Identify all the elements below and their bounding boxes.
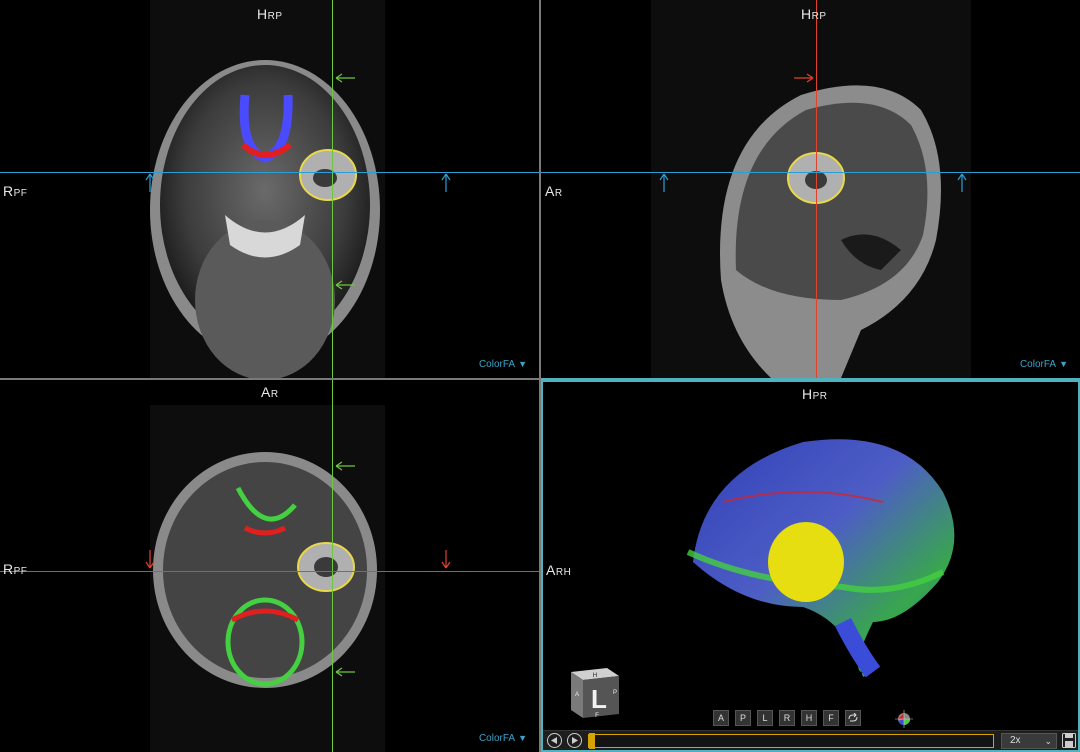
playback-slider[interactable] (588, 733, 994, 749)
crosshair-arrows (145, 73, 451, 290)
view-left-button[interactable]: L (757, 710, 773, 726)
orientation-label-left: AR (545, 183, 563, 199)
svg-text:H: H (593, 673, 597, 679)
play-button[interactable] (567, 733, 582, 748)
viewport-divider-horizontal-active (541, 378, 1080, 380)
viewport-divider-vertical[interactable] (539, 0, 541, 752)
colormap-dropdown[interactable]: ColorFA ▼ (1020, 359, 1068, 370)
save-icon[interactable] (1062, 733, 1076, 748)
orientation-label-left: ARH (546, 562, 572, 578)
view-posterior-button[interactable]: P (735, 710, 751, 726)
colormap-dropdown[interactable]: ColorFA ▼ (479, 733, 527, 744)
triangle-down-icon: ▼ (1059, 359, 1068, 369)
view-orientation-buttons: A P L R H F (713, 710, 861, 726)
orientation-label-left: RPF (3, 183, 28, 199)
view-anterior-button[interactable]: A (713, 710, 729, 726)
playback-bar: 2x ⌄ (543, 730, 1078, 750)
svg-text:A: A (575, 692, 579, 698)
svg-text:P: P (613, 690, 617, 696)
triangle-down-icon: ▼ (518, 733, 527, 743)
step-back-button[interactable] (547, 733, 562, 748)
orientation-label-top: AR (261, 384, 279, 400)
viewport-divider-horizontal[interactable] (0, 378, 541, 380)
rotate-button[interactable] (845, 710, 861, 726)
orientation-label-top: HRP (801, 6, 827, 22)
orientation-label-top: HRP (257, 6, 283, 22)
orientation-sphere-icon[interactable] (895, 710, 913, 728)
colormap-dropdown[interactable]: ColorFA ▼ (479, 359, 527, 370)
rotate-icon (848, 713, 858, 722)
play-icon (572, 737, 578, 744)
orientation-label-left: RPF (3, 561, 28, 577)
svg-text:F: F (595, 713, 599, 719)
playback-slider-handle[interactable] (589, 733, 595, 749)
crosshair-arrows (145, 461, 451, 677)
play-back-icon (551, 737, 557, 744)
tractography-render (686, 439, 955, 678)
playback-speed-select[interactable]: 2x ⌄ (1001, 733, 1057, 749)
tractography-3d-viewport[interactable]: HPR ARH L H A P F A P L R H F 2x ⌄ (541, 380, 1080, 752)
coronal-viewport[interactable]: HRP RPF ColorFA ▼ (0, 0, 539, 378)
view-right-button[interactable]: R (779, 710, 795, 726)
orientation-cube[interactable]: L H A P F (561, 664, 621, 720)
sagittal-viewport[interactable]: HRP AR ColorFA ▼ (541, 0, 1080, 378)
view-foot-button[interactable]: F (823, 710, 839, 726)
orientation-label-top: HPR (802, 386, 828, 402)
chevron-down-icon: ⌄ (1044, 736, 1052, 746)
view-head-button[interactable]: H (801, 710, 817, 726)
triangle-down-icon: ▼ (518, 359, 527, 369)
axial-viewport[interactable]: AR RPF ColorFA ▼ (0, 380, 539, 752)
svg-text:L: L (591, 684, 607, 714)
crosshair-arrows (659, 73, 967, 192)
